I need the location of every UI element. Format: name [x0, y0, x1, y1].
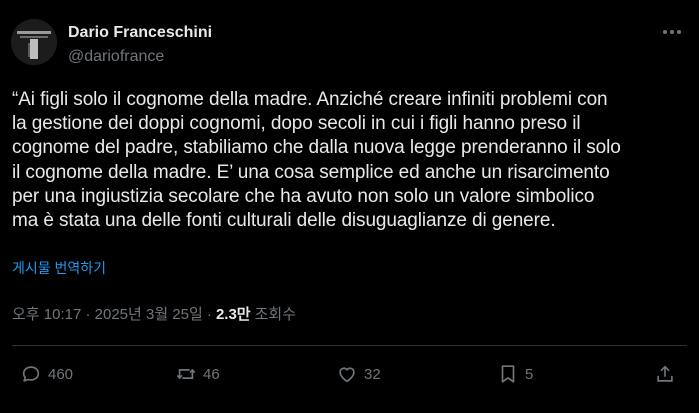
action-bar: 460 46 32 5	[0, 360, 699, 388]
reply-count: 460	[48, 365, 74, 383]
tweet-meta: 오후 10:17 · 2025년 3월 25일 · 2.3만 조회수	[12, 303, 296, 324]
bookmark-count: 5	[525, 365, 534, 383]
like-button[interactable]: 32	[336, 360, 381, 388]
heart-icon	[339, 367, 355, 383]
repost-count: 46	[203, 365, 220, 383]
avatar[interactable]	[11, 19, 57, 65]
author-name[interactable]: Dario Franceschini	[68, 24, 212, 42]
share-icon	[657, 365, 673, 382]
divider	[12, 345, 687, 346]
share-button[interactable]	[654, 360, 682, 388]
bookmark-icon	[501, 365, 515, 383]
tweet-text: “Ai figli solo il cognome della madre. A…	[12, 89, 621, 232]
repost-button[interactable]: 46	[175, 360, 220, 388]
repost-icon	[176, 369, 196, 379]
author-handle[interactable]: @dariofrance	[68, 48, 164, 66]
bookmark-button[interactable]: 5	[497, 360, 533, 388]
translate-post-link[interactable]: 게시물 번역하기	[12, 258, 106, 278]
reply-icon	[22, 366, 40, 382]
views-count: 2.3만	[215, 306, 251, 323]
views-label: 조회수	[254, 306, 296, 323]
timestamp[interactable]: 오후 10:17 · 2025년 3월 25일 ·	[12, 303, 212, 324]
reply-button[interactable]: 460	[20, 360, 73, 388]
like-count: 32	[364, 365, 381, 383]
more-options-icon[interactable]	[660, 22, 684, 42]
